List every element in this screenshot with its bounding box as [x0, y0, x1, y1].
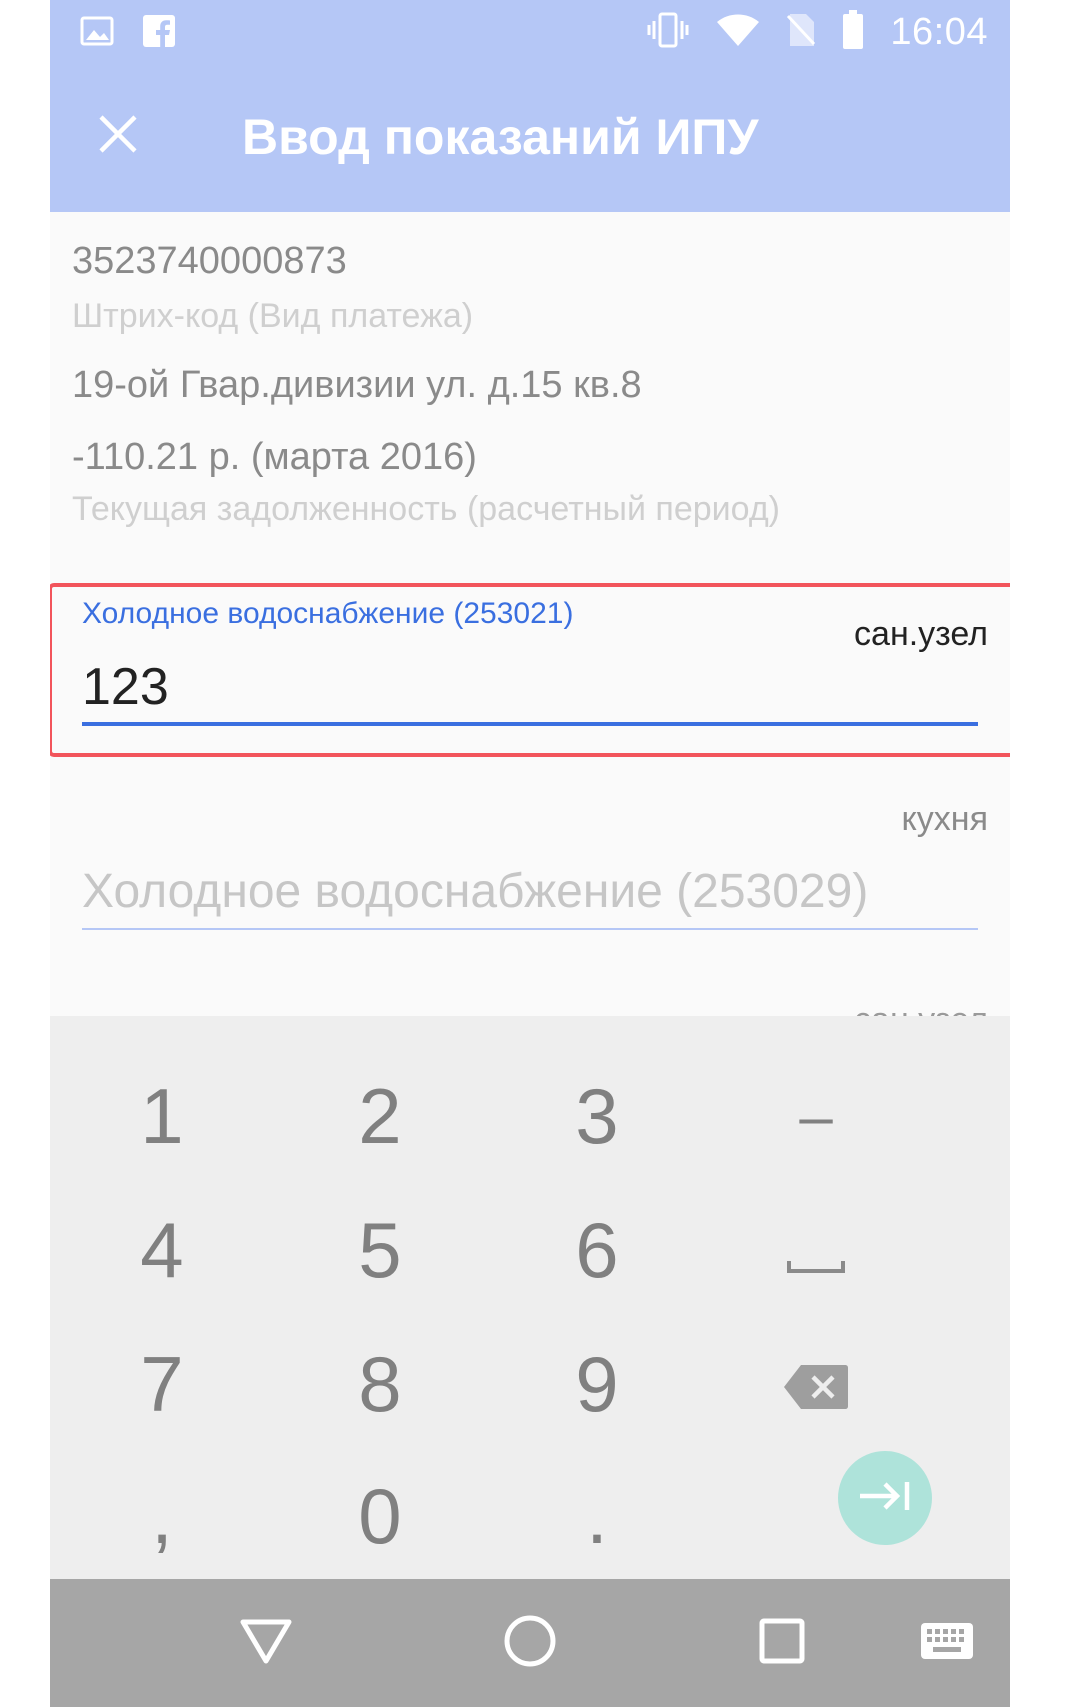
barcode-value: 3523740000873 — [72, 240, 347, 282]
key-dot[interactable]: . — [507, 1456, 687, 1576]
key-8[interactable]: 8 — [290, 1324, 470, 1444]
key-6[interactable]: 6 — [507, 1190, 687, 1310]
status-time: 16:04 — [890, 11, 988, 53]
phone-screen: 16:04 Ввод показаний ИПУ 3523740000873 Ш… — [50, 0, 1010, 1707]
close-icon — [98, 114, 138, 159]
barcode-label: Штрих-код (Вид платежа) — [72, 297, 474, 335]
key-0[interactable]: 0 — [290, 1456, 470, 1576]
address-text: 19-ой Гвар.дивизии ул. д.15 кв.8 — [72, 364, 642, 406]
keyboard-icon — [919, 1621, 975, 1666]
meter-1-label: Холодное водоснабжение (253021) — [82, 597, 574, 630]
back-icon — [239, 1617, 293, 1670]
key-minus[interactable]: – — [726, 1056, 906, 1176]
tab-next-icon — [857, 1476, 913, 1521]
key-9[interactable]: 9 — [507, 1324, 687, 1444]
meter-2-input[interactable] — [82, 854, 978, 930]
key-2[interactable]: 2 — [290, 1056, 470, 1176]
page-title: Ввод показаний ИПУ — [242, 109, 759, 165]
no-sim-icon — [786, 12, 816, 53]
debt-label: Текущая задолженность (расчетный период) — [72, 490, 780, 528]
key-comma[interactable]: , — [72, 1456, 252, 1576]
enter-key[interactable] — [838, 1451, 932, 1545]
wifi-icon — [716, 12, 760, 53]
image-icon — [80, 14, 114, 53]
backspace-icon — [783, 1339, 849, 1430]
meter-1-location: сан.узел — [854, 615, 988, 653]
back-button[interactable] — [230, 1607, 302, 1679]
key-4[interactable]: 4 — [72, 1190, 252, 1310]
battery-icon — [842, 10, 864, 55]
facebook-icon — [142, 14, 176, 53]
home-button[interactable] — [494, 1607, 566, 1679]
key-5[interactable]: 5 — [290, 1190, 470, 1310]
numeric-keyboard: 1 2 3 – 4 5 6 7 8 9 , 0 . — [50, 1016, 1010, 1579]
meter-2-location: кухня — [901, 800, 988, 838]
keyboard-switch-button[interactable] — [902, 1607, 992, 1679]
status-left-icons — [80, 14, 176, 53]
key-backspace[interactable] — [726, 1324, 906, 1444]
vibrate-icon — [646, 12, 690, 53]
debt-value: -110.21 р. (марта 2016) — [72, 436, 477, 478]
key-1[interactable]: 1 — [72, 1056, 252, 1176]
meter-1-input[interactable] — [82, 652, 978, 726]
status-bar: 16:04 — [50, 0, 1010, 68]
key-3[interactable]: 3 — [507, 1056, 687, 1176]
key-7[interactable]: 7 — [72, 1324, 252, 1444]
app-bar: 16:04 Ввод показаний ИПУ — [50, 0, 1010, 212]
key-space[interactable] — [726, 1190, 906, 1310]
recents-button[interactable] — [746, 1607, 818, 1679]
recents-icon — [758, 1617, 806, 1670]
navigation-bar — [50, 1579, 1010, 1707]
space-icon — [786, 1205, 846, 1296]
status-right-icons: 16:04 — [646, 10, 988, 55]
close-button[interactable] — [90, 108, 146, 164]
home-icon — [503, 1614, 557, 1673]
